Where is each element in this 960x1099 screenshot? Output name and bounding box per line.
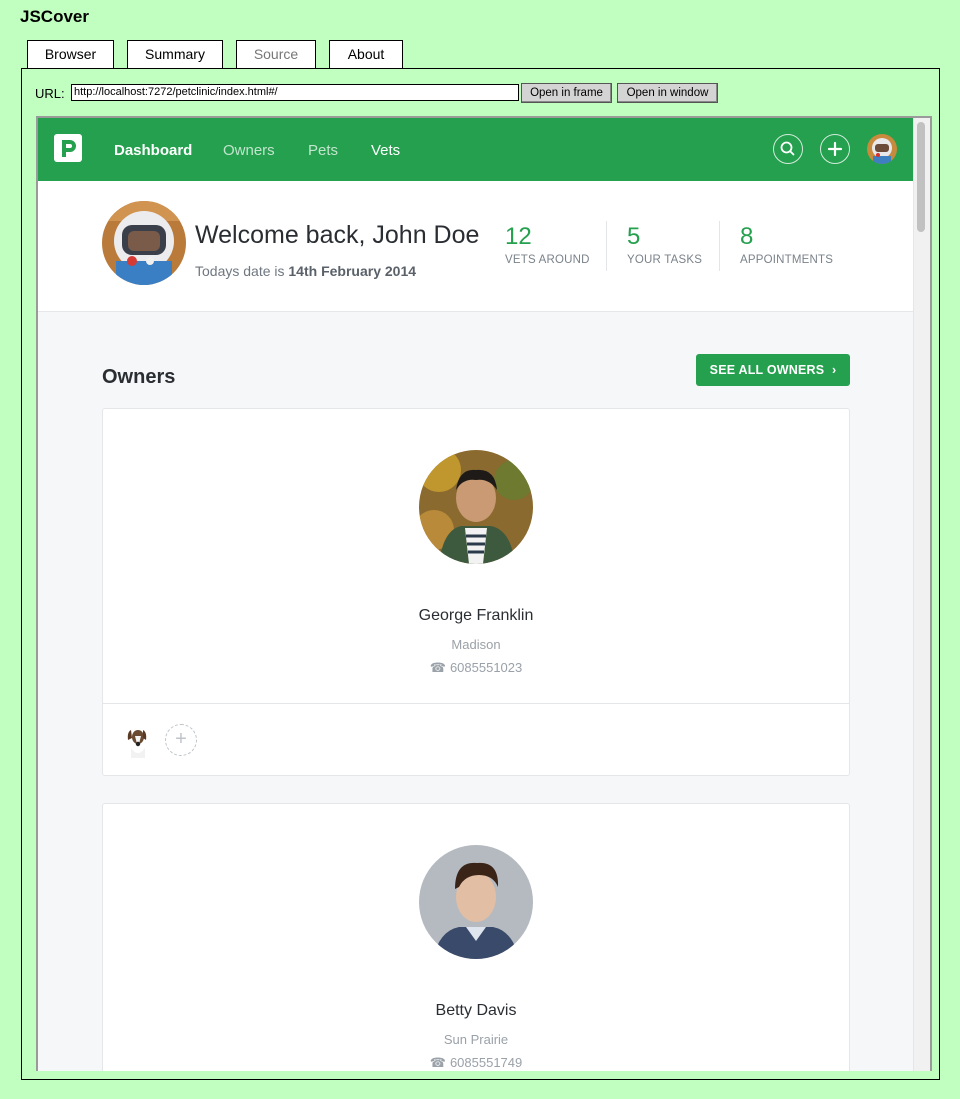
phone-icon: ☎ xyxy=(429,660,446,675)
welcome-banner: Welcome back, John Doe Todays date is 14… xyxy=(38,181,913,312)
app-title: JSCover xyxy=(20,7,89,26)
stat-label: VETS AROUND xyxy=(505,254,590,266)
tab-summary[interactable]: Summary xyxy=(127,40,223,68)
search-button[interactable] xyxy=(773,134,803,164)
date-prefix: Todays date is xyxy=(195,263,285,279)
nav-pets[interactable]: Pets xyxy=(308,142,338,159)
owner-city: Madison xyxy=(451,637,501,652)
stat-value: 8 xyxy=(740,223,754,250)
tab-browser[interactable]: Browser xyxy=(27,40,114,70)
owner-avatar xyxy=(419,845,533,959)
owner-pets: + xyxy=(103,703,849,776)
site-navbar: Dashboard Owners Pets Vets xyxy=(38,118,913,181)
stat-value: 5 xyxy=(627,223,641,250)
browser-panel: URL: http://localhost:7272/petclinic/ind… xyxy=(21,68,940,1080)
owners-section-title: Owners xyxy=(102,366,176,388)
scroll-thumb[interactable] xyxy=(917,122,925,232)
frame-scrollbar[interactable] xyxy=(913,118,930,1071)
preview-frame: Dashboard Owners Pets Vets Welcome back,… xyxy=(36,116,932,1071)
stat-tasks: 5 YOUR TASKS xyxy=(627,223,702,266)
owner-name[interactable]: Betty Davis xyxy=(103,1002,849,1020)
pet-thumbnail[interactable] xyxy=(121,724,155,758)
owner-phone: ☎ 6085551749 xyxy=(103,1055,849,1071)
owner-name[interactable]: George Franklin xyxy=(103,607,849,625)
nav-dashboard[interactable]: Dashboard xyxy=(114,142,192,159)
see-all-owners-button[interactable]: SEE ALL OWNERS › xyxy=(696,354,850,386)
open-in-window-button[interactable]: Open in window xyxy=(617,83,718,103)
nav-owners[interactable]: Owners xyxy=(223,142,275,159)
stat-appointments: 8 APPOINTMENTS xyxy=(740,223,833,266)
owner-card[interactable]: George Franklin Madison ☎ 6085551023 + xyxy=(102,408,850,776)
chevron-right-icon: › xyxy=(831,363,837,377)
search-icon xyxy=(780,141,795,156)
stat-label: APPOINTMENTS xyxy=(740,254,834,266)
tab-source[interactable]: Source xyxy=(236,40,316,68)
plus-icon xyxy=(827,141,843,157)
stat-vets: 12 VETS AROUND xyxy=(505,223,590,266)
see-all-label: SEE ALL OWNERS xyxy=(709,363,825,377)
owner-avatar xyxy=(419,450,533,564)
welcome-avatar xyxy=(102,201,186,285)
url-input[interactable]: http://localhost:7272/petclinic/index.ht… xyxy=(71,84,519,101)
nav-vets[interactable]: Vets xyxy=(371,142,400,159)
date-value: 14th February 2014 xyxy=(288,263,417,279)
phone-number: 6085551749 xyxy=(449,1055,523,1070)
petclinic-logo-icon[interactable] xyxy=(54,134,82,162)
add-button[interactable] xyxy=(820,134,850,164)
stat-value: 12 xyxy=(505,223,532,250)
phone-number: 6085551023 xyxy=(449,660,523,675)
phone-icon: ☎ xyxy=(429,1055,446,1070)
url-label: URL: xyxy=(35,86,65,101)
open-in-frame-button[interactable]: Open in frame xyxy=(521,83,612,103)
add-pet-button[interactable]: + xyxy=(165,724,197,756)
user-avatar[interactable] xyxy=(867,134,897,164)
owner-card[interactable]: Betty Davis Sun Prairie ☎ 6085551749 xyxy=(102,803,850,1071)
welcome-title: Welcome back, John Doe xyxy=(195,221,480,249)
tab-about[interactable]: About xyxy=(329,40,403,68)
owner-city: Sun Prairie xyxy=(443,1032,509,1047)
stat-label: YOUR TASKS xyxy=(627,254,703,266)
owner-phone: ☎ 6085551023 xyxy=(103,660,849,676)
welcome-date: Todays date is 14th February 2014 xyxy=(195,263,416,279)
stat-divider xyxy=(606,221,607,271)
stat-divider xyxy=(719,221,720,271)
